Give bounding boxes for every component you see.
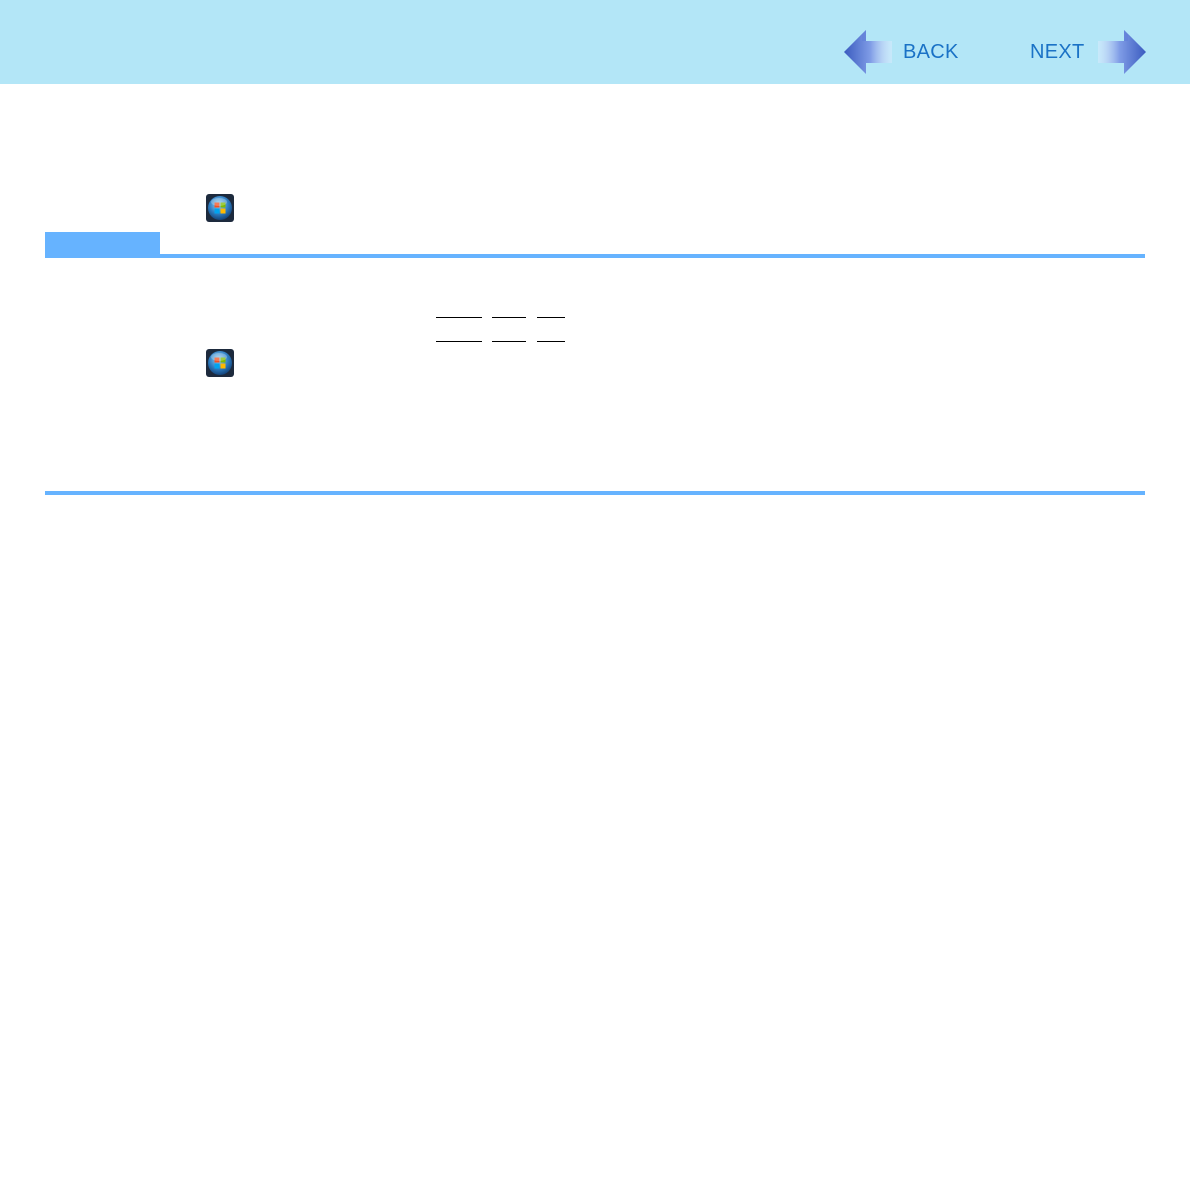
- windows-start-button-icon: [206, 349, 234, 377]
- back-arrow-icon: [844, 30, 892, 74]
- note-heading-tab: [45, 232, 160, 256]
- next-arrow-icon: [1098, 30, 1146, 74]
- back-label: BACK: [903, 41, 959, 63]
- key-underline: [492, 341, 526, 342]
- key-underline: [537, 341, 565, 342]
- key-underline: [537, 317, 565, 318]
- note-top-rule: [45, 254, 1145, 258]
- next-button[interactable]: NEXT: [1024, 28, 1148, 76]
- windows-start-button-icon: [206, 194, 234, 222]
- note-bottom-rule: [45, 491, 1145, 495]
- back-button[interactable]: BACK: [842, 28, 970, 76]
- header-bar: [0, 0, 1190, 84]
- key-underline: [436, 317, 482, 318]
- key-underline: [492, 317, 526, 318]
- key-underline: [436, 341, 482, 342]
- next-label: NEXT: [1030, 41, 1085, 63]
